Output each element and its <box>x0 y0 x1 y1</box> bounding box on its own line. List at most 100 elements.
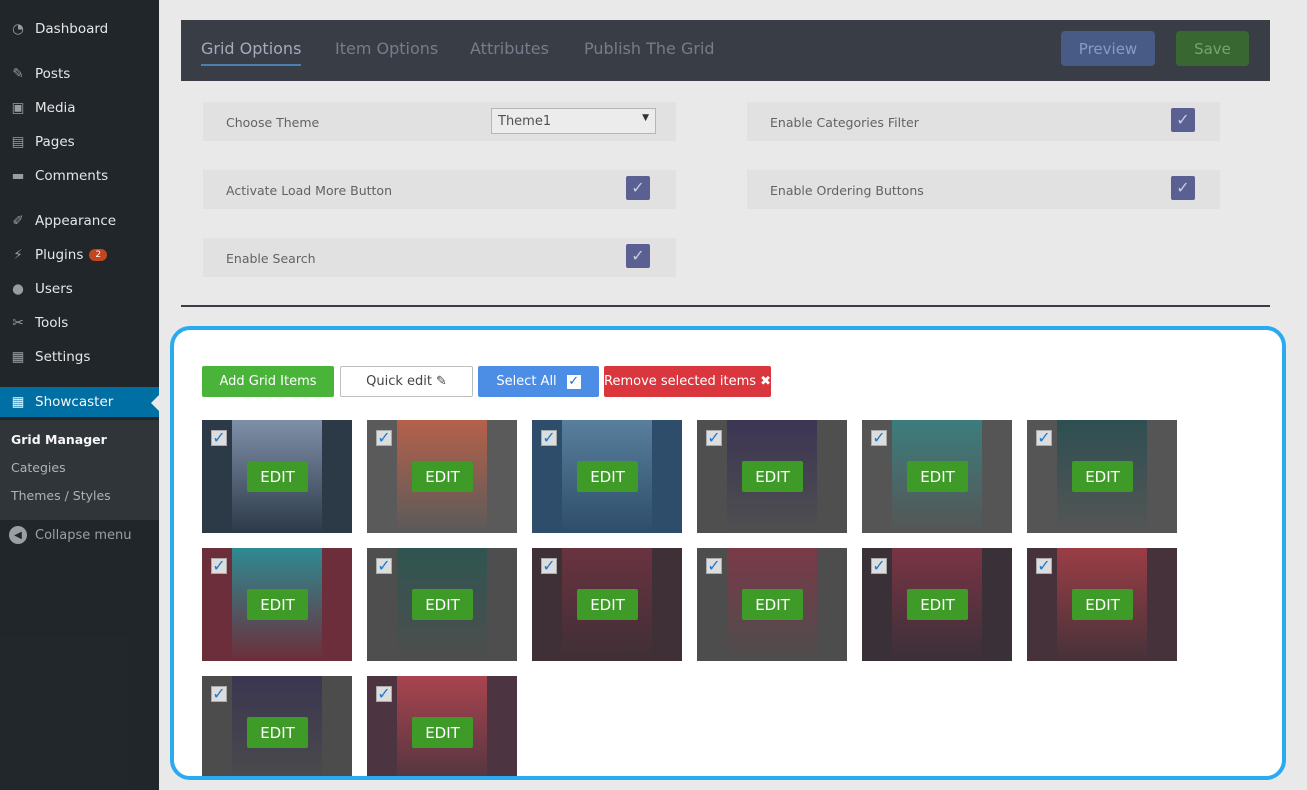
grid-item-checkbox[interactable]: ✓ <box>706 558 722 575</box>
collapse-menu-button[interactable]: ◀ Collapse menu <box>0 524 132 546</box>
sidebar-item-tools[interactable]: ✂ Tools <box>0 308 159 338</box>
grid-item-checkbox[interactable]: ✓ <box>1036 430 1052 447</box>
sidebar-item-showcaster[interactable]: ▦ Showcaster <box>0 387 159 417</box>
sidebar-item-label: Showcaster <box>35 394 114 410</box>
divider <box>181 305 1270 307</box>
edit-button[interactable]: EDIT <box>412 717 473 748</box>
sidebar-item-dashboard[interactable]: ◔ Dashboard <box>0 14 159 44</box>
close-icon: ✖ <box>760 374 771 389</box>
tab-attributes[interactable]: Attributes <box>470 39 549 58</box>
pages-icon: ▤ <box>11 134 25 150</box>
save-button[interactable]: Save <box>1176 31 1249 66</box>
tab-grid-options[interactable]: Grid Options <box>201 39 302 66</box>
grid-item-checkbox[interactable]: ✓ <box>871 558 887 575</box>
load-more-label: Activate Load More Button <box>226 183 392 198</box>
enable-categories-label: Enable Categories Filter <box>770 115 919 130</box>
grid-item-checkbox[interactable]: ✓ <box>211 430 227 447</box>
edit-button[interactable]: EDIT <box>577 589 638 620</box>
grid-item-checkbox[interactable]: ✓ <box>376 430 392 447</box>
edit-button[interactable]: EDIT <box>247 461 308 492</box>
grid-item-checkbox[interactable]: ✓ <box>541 558 557 575</box>
sidebar-item-settings[interactable]: ▦ Settings <box>0 342 159 372</box>
option-choose-theme: Choose Theme Theme1 ▼ <box>203 102 676 141</box>
submenu-themes-styles[interactable]: Themes / Styles <box>11 488 111 503</box>
grid-item-checkbox[interactable]: ✓ <box>871 430 887 447</box>
sidebar-item-plugins[interactable]: ⚡ Plugins 2 <box>0 240 159 270</box>
grid-items-panel: Add Grid Items Quick edit ✎ Select All ✓… <box>170 326 1286 780</box>
grid-item-tile[interactable]: ✓ EDIT <box>862 548 1012 661</box>
sidebar-item-pages[interactable]: ▤ Pages <box>0 127 159 157</box>
sidebar-item-label: Posts <box>35 66 71 82</box>
remove-selected-button[interactable]: Remove selected items ✖ <box>604 366 771 397</box>
grid-item-checkbox[interactable]: ✓ <box>376 558 392 575</box>
grid-item-tile[interactable]: ✓ EDIT <box>202 420 352 533</box>
edit-button[interactable]: EDIT <box>907 589 968 620</box>
grid-item-tile[interactable]: ✓ EDIT <box>367 676 517 776</box>
sidebar-item-label: Settings <box>35 349 91 365</box>
grid-item-tile[interactable]: ✓ EDIT <box>1027 420 1177 533</box>
grid-item-tile[interactable]: ✓ EDIT <box>1027 548 1177 661</box>
sidebar-item-label: Users <box>35 281 73 297</box>
user-icon: ● <box>12 281 24 297</box>
grid-item-checkbox[interactable]: ✓ <box>211 558 227 575</box>
edit-button[interactable]: EDIT <box>742 589 803 620</box>
ordering-checkbox[interactable]: ✓ <box>1171 176 1195 200</box>
theme-select[interactable]: Theme1 ▼ <box>491 108 656 134</box>
wrench-icon: ✂ <box>12 315 24 331</box>
grid-item-tile[interactable]: ✓ EDIT <box>697 548 847 661</box>
quick-edit-button[interactable]: Quick edit ✎ <box>340 366 473 397</box>
edit-button[interactable]: EDIT <box>907 461 968 492</box>
grid-item-tile[interactable]: ✓ EDIT <box>367 548 517 661</box>
select-all-checkbox-icon: ✓ <box>566 374 581 389</box>
edit-button[interactable]: EDIT <box>247 717 308 748</box>
dropdown-arrow-icon: ▼ <box>642 113 649 123</box>
grid-item-tile[interactable]: ✓ EDIT <box>532 548 682 661</box>
collapse-icon: ◀ <box>9 526 27 544</box>
quick-edit-label: Quick edit <box>366 374 432 389</box>
grid-item-tile[interactable]: ✓ EDIT <box>862 420 1012 533</box>
grid-item-tile[interactable]: ✓ EDIT <box>697 420 847 533</box>
grid-item-checkbox[interactable]: ✓ <box>706 430 722 447</box>
grid-item-tile[interactable]: ✓ EDIT <box>202 548 352 661</box>
grid-item-tile[interactable]: ✓ EDIT <box>367 420 517 533</box>
grid-item-checkbox[interactable]: ✓ <box>376 686 392 703</box>
theme-select-value: Theme1 <box>498 113 552 129</box>
sidebar-item-users[interactable]: ● Users <box>0 274 159 304</box>
edit-button[interactable]: EDIT <box>1072 461 1133 492</box>
media-icon: ▣ <box>11 100 25 116</box>
tab-item-options[interactable]: Item Options <box>335 39 438 58</box>
tab-publish-the-grid[interactable]: Publish The Grid <box>584 39 715 58</box>
edit-button[interactable]: EDIT <box>742 461 803 492</box>
preview-button[interactable]: Preview <box>1061 31 1155 66</box>
grid-item-checkbox[interactable]: ✓ <box>1036 558 1052 575</box>
sidebar-item-media[interactable]: ▣ Media <box>0 93 159 123</box>
select-all-button[interactable]: Select All ✓ <box>478 366 599 397</box>
grid-item-tile[interactable]: ✓ EDIT <box>532 420 682 533</box>
edit-button[interactable]: EDIT <box>247 589 308 620</box>
sidebar-item-comments[interactable]: ▬ Comments <box>0 161 159 191</box>
submenu-categories[interactable]: Categies <box>11 460 66 475</box>
grid-item-checkbox[interactable]: ✓ <box>211 686 227 703</box>
collapse-label: Collapse menu <box>35 527 132 543</box>
sidebar-item-posts[interactable]: ✎ Posts <box>0 59 159 89</box>
edit-button[interactable]: EDIT <box>577 461 638 492</box>
sidebar-item-label: Plugins <box>35 247 84 263</box>
enable-categories-checkbox[interactable]: ✓ <box>1171 108 1195 132</box>
option-enable-categories: Enable Categories Filter ✓ <box>747 102 1220 141</box>
grid-item-checkbox[interactable]: ✓ <box>541 430 557 447</box>
edit-button[interactable]: EDIT <box>412 461 473 492</box>
choose-theme-label: Choose Theme <box>226 115 320 130</box>
pencil-icon: ✎ <box>435 374 447 389</box>
grid-item-tile[interactable]: ✓ EDIT <box>202 676 352 776</box>
search-checkbox[interactable]: ✓ <box>626 244 650 268</box>
remove-selected-label: Remove selected items <box>604 374 757 389</box>
submenu-grid-manager[interactable]: Grid Manager <box>11 432 107 447</box>
settings-icon: ▦ <box>11 349 25 365</box>
sidebar-item-label: Pages <box>35 134 75 150</box>
sidebar-item-appearance[interactable]: ✐ Appearance <box>0 206 159 236</box>
edit-button[interactable]: EDIT <box>412 589 473 620</box>
ordering-label: Enable Ordering Buttons <box>770 183 924 198</box>
load-more-checkbox[interactable]: ✓ <box>626 176 650 200</box>
add-grid-items-button[interactable]: Add Grid Items <box>202 366 334 397</box>
edit-button[interactable]: EDIT <box>1072 589 1133 620</box>
